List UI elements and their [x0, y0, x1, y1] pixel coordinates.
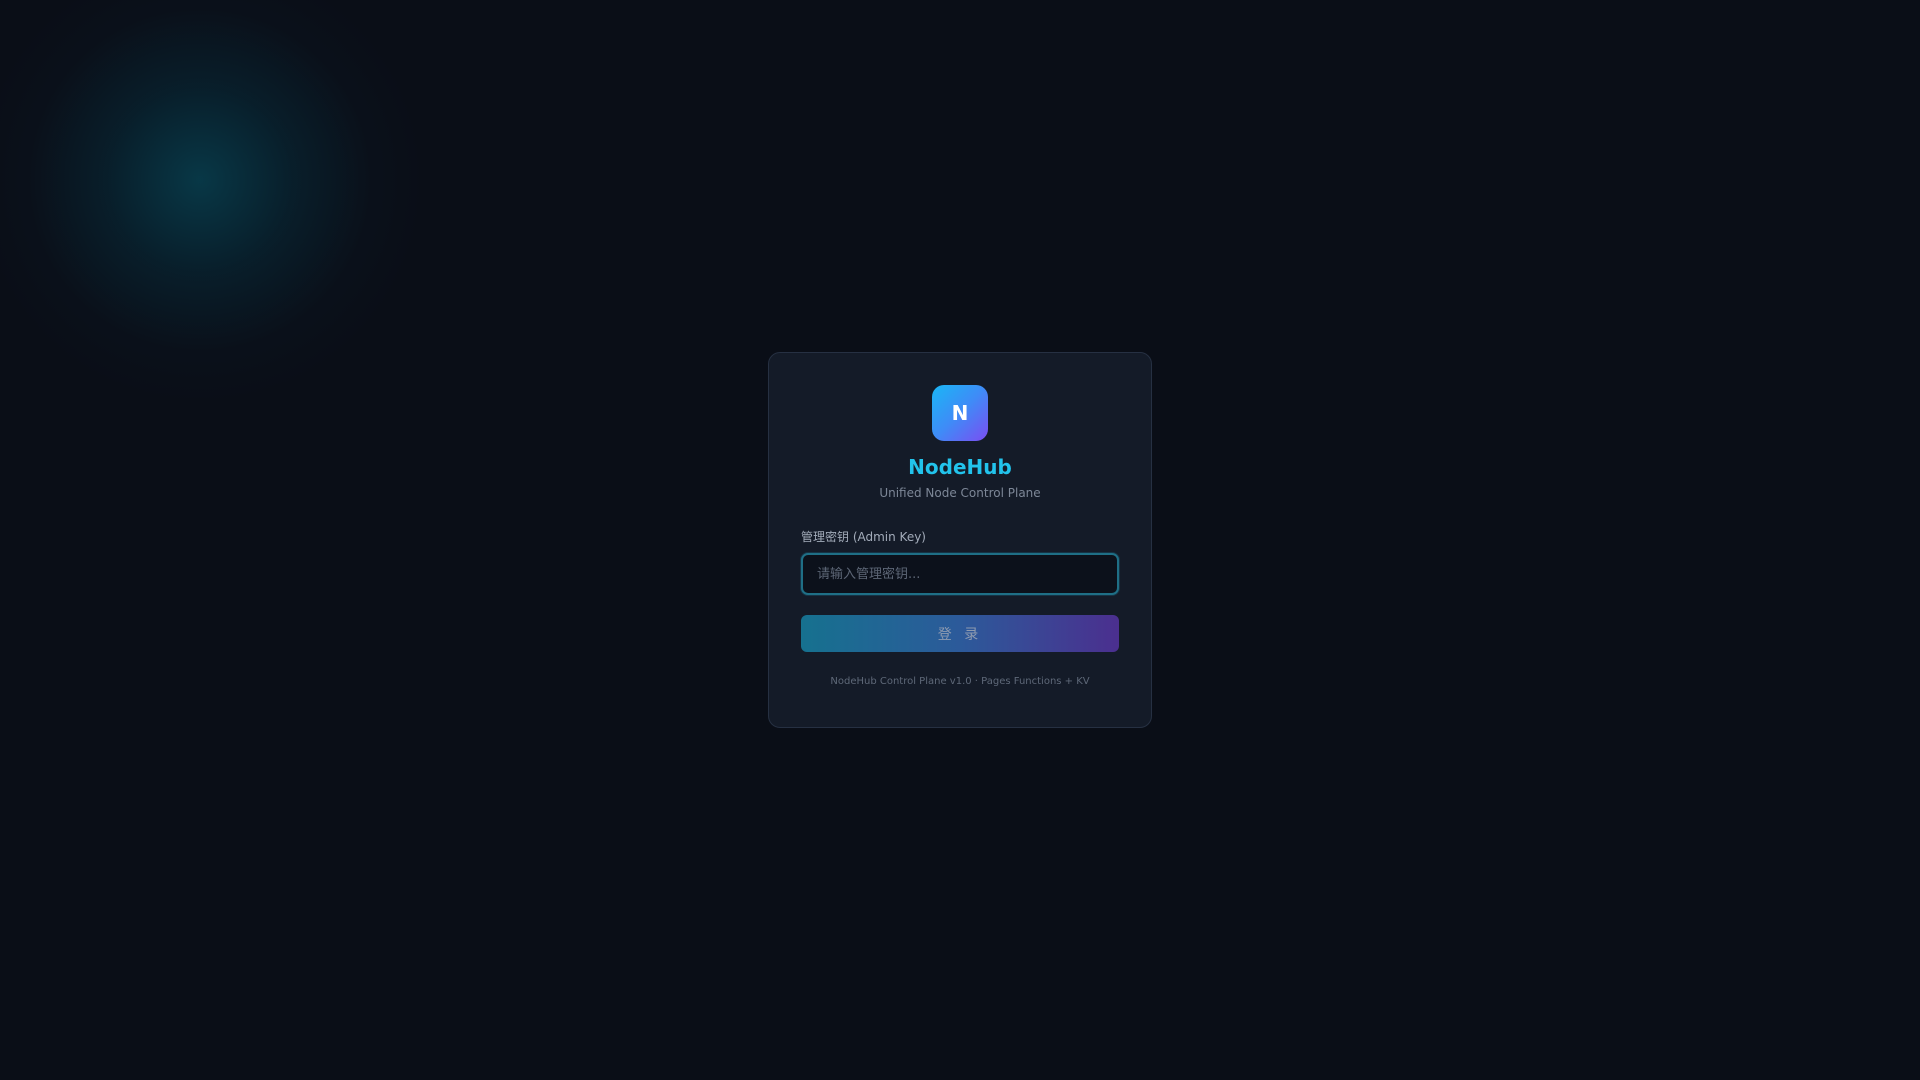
- login-card: N NodeHub Unified Node Control Plane 管理密…: [768, 352, 1152, 728]
- login-button[interactable]: 登 录: [801, 615, 1119, 652]
- logo-letter: N: [951, 401, 969, 425]
- admin-key-input[interactable]: [815, 565, 1105, 583]
- admin-key-label: 管理密钥 (Admin Key): [801, 530, 926, 544]
- app-logo: N: [932, 385, 988, 441]
- background-glow: [0, 0, 420, 400]
- footer-text: NodeHub Control Plane v1.0 · Pages Funct…: [830, 676, 1090, 687]
- app-subtitle: Unified Node Control Plane: [879, 486, 1041, 500]
- admin-key-field-wrapper: [801, 553, 1119, 595]
- app-title: NodeHub: [908, 455, 1012, 479]
